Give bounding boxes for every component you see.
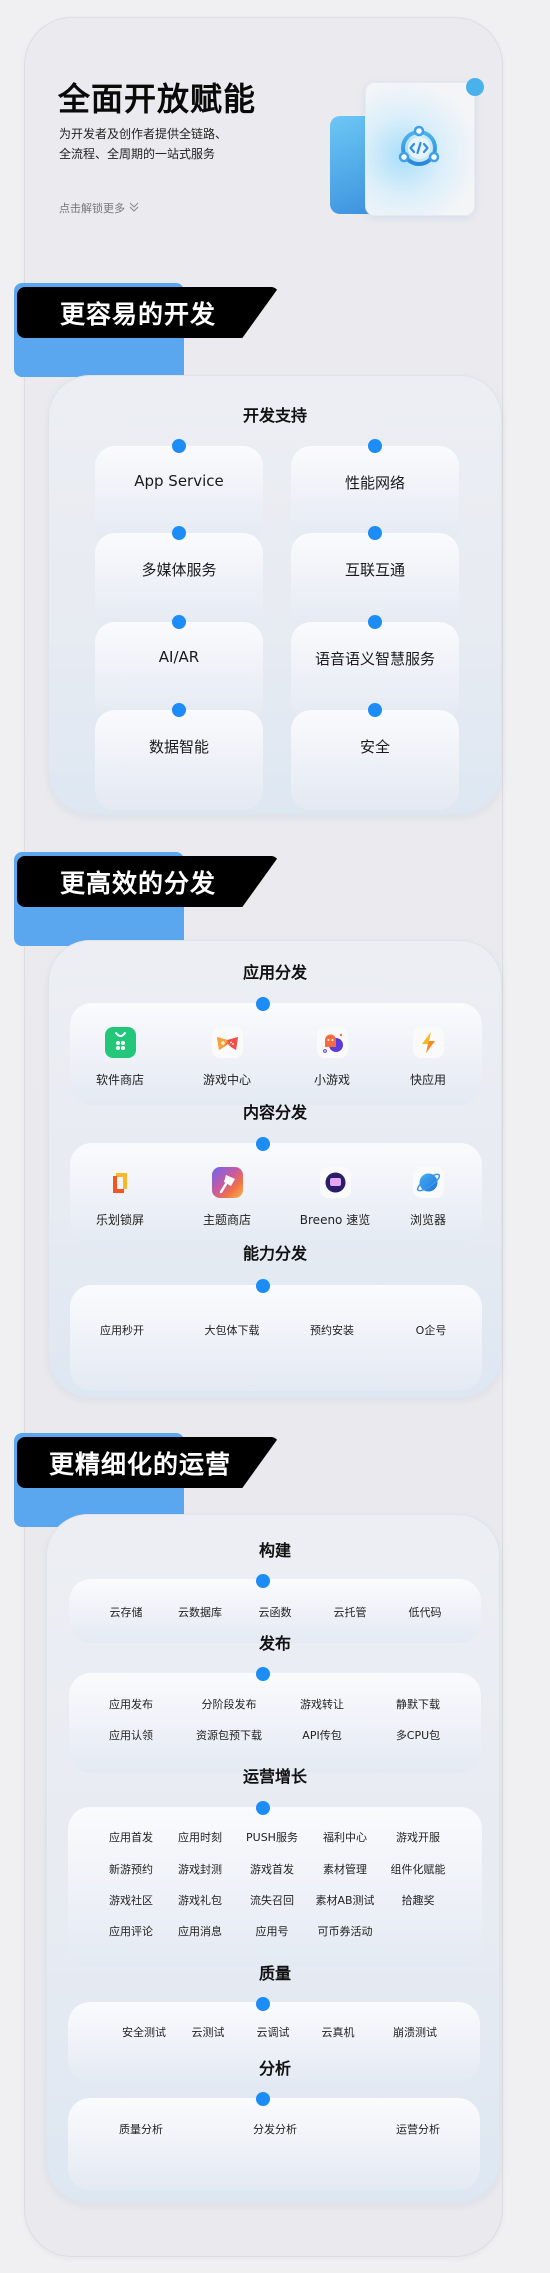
unlock-more-link[interactable]: 点击解锁更多 xyxy=(59,200,139,216)
group-title-build: 构建 xyxy=(258,1541,291,1560)
feature-item[interactable]: 运营分析 xyxy=(373,2121,463,2137)
connector-dot xyxy=(172,526,186,540)
capability-item[interactable]: 预约安装 xyxy=(287,1322,377,1338)
lock-screen-icon xyxy=(105,1167,136,1198)
browser-icon xyxy=(412,1167,444,1198)
feature-item[interactable]: 应用发布 xyxy=(86,1696,176,1712)
analysis-box xyxy=(68,2098,480,2190)
app-name: 游戏中心 xyxy=(202,1073,251,1087)
app-item[interactable]: 游戏中心 xyxy=(182,1027,272,1088)
app-item[interactable]: 浏览器 xyxy=(383,1167,473,1228)
feature-item[interactable]: 拾趣奖 xyxy=(373,1892,463,1908)
feature-item[interactable]: API传包 xyxy=(277,1727,367,1743)
connector-dot xyxy=(368,439,382,453)
section-title: 更高效的分发 xyxy=(60,869,217,898)
group-title-content-distribution: 内容分发 xyxy=(242,1103,307,1122)
release-box xyxy=(69,1673,481,1773)
group-title-capability-distribution: 能力分发 xyxy=(242,1244,307,1263)
feature-item[interactable]: 多CPU包 xyxy=(373,1727,463,1743)
feature-item[interactable]: 分发分析 xyxy=(230,2121,320,2137)
code-hub-icon xyxy=(394,122,444,172)
app-item[interactable]: Breeno 速览 xyxy=(290,1167,380,1228)
feature-item[interactable]: 应用认领 xyxy=(86,1727,176,1743)
section-banner-distribution: 更高效的分发 xyxy=(14,852,279,946)
connector-dot xyxy=(172,439,186,453)
tile-label: App Service xyxy=(134,472,224,490)
tile-label: 安全 xyxy=(359,738,390,756)
tile-label: AI/AR xyxy=(158,648,200,666)
connector-dot xyxy=(172,703,186,717)
capability-item[interactable]: O企号 xyxy=(386,1322,476,1338)
mini-game-icon xyxy=(316,1027,348,1058)
connector-dot xyxy=(256,1137,270,1151)
hero-subtitle: 为开发者及创作者提供全链路、 全流程、全周期的一站式服务 xyxy=(59,124,259,164)
app-item[interactable]: 乐划锁屏 xyxy=(75,1167,165,1228)
group-title: 开发支持 xyxy=(242,406,307,425)
illustration-dot xyxy=(466,78,484,96)
connector-dot xyxy=(256,1574,270,1588)
connector-dot xyxy=(172,615,186,629)
section-banner-operations: 更精细化的运营 xyxy=(14,1433,279,1527)
theme-store-icon xyxy=(211,1167,243,1198)
app-name: 乐划锁屏 xyxy=(95,1213,144,1227)
app-item[interactable]: 小游戏 xyxy=(287,1027,377,1088)
feature-item[interactable]: 可币券活动 xyxy=(300,1923,390,1939)
capability-distribution-box xyxy=(70,1285,482,1391)
app-name: 浏览器 xyxy=(409,1213,446,1227)
feature-item[interactable]: 游戏开服 xyxy=(373,1829,463,1845)
connector-dot xyxy=(368,526,382,540)
app-item[interactable]: 快应用 xyxy=(383,1027,473,1088)
feature-item[interactable]: 组件化赋能 xyxy=(373,1861,463,1877)
group-title-analysis: 分析 xyxy=(258,2059,291,2078)
dev-support-tile[interactable]: 安全 xyxy=(291,710,459,810)
app-store-icon xyxy=(104,1027,136,1058)
tile-label: 多媒体服务 xyxy=(141,561,217,579)
double-chevron-down-icon xyxy=(129,202,139,215)
feature-item[interactable]: 质量分析 xyxy=(96,2121,186,2137)
group-title-quality: 质量 xyxy=(258,1964,291,1983)
section-title: 更精细化的运营 xyxy=(49,1450,232,1479)
connector-dot xyxy=(256,1801,270,1815)
hero-subtitle-line: 全流程、全周期的一站式服务 xyxy=(59,147,216,161)
app-name: 快应用 xyxy=(409,1073,446,1087)
connector-dot xyxy=(368,703,382,717)
capability-item[interactable]: 大包体下载 xyxy=(187,1322,277,1338)
app-name: 软件商店 xyxy=(95,1073,144,1087)
feature-item[interactable]: 游戏转让 xyxy=(277,1696,367,1712)
connector-dot xyxy=(256,1667,270,1681)
breeno-icon xyxy=(319,1167,351,1198)
group-title-growth: 运营增长 xyxy=(242,1767,307,1786)
tile-label: 语音语义智慧服务 xyxy=(314,650,435,668)
quick-app-icon xyxy=(412,1027,444,1058)
connector-dot xyxy=(256,1997,270,2011)
capability-item[interactable]: 应用秒开 xyxy=(77,1322,167,1338)
group-title-app-distribution: 应用分发 xyxy=(242,963,307,982)
connector-dot xyxy=(256,997,270,1011)
tile-label: 性能网络 xyxy=(344,474,405,492)
feature-item[interactable]: 崩溃测试 xyxy=(370,2024,460,2040)
hero-subtitle-line: 为开发者及创作者提供全链路、 xyxy=(59,127,228,141)
hero-illustration xyxy=(330,78,490,220)
feature-item[interactable]: 低代码 xyxy=(380,1604,470,1620)
connector-dot xyxy=(256,1279,270,1293)
tile-label: 互联互通 xyxy=(344,561,405,579)
tile-label: 数据智能 xyxy=(148,738,209,756)
hero-title: 全面开放赋能 xyxy=(58,80,257,118)
dev-support-tile[interactable]: 数据智能 xyxy=(95,710,263,810)
connector-dot xyxy=(368,615,382,629)
section-banner-development: 更容易的开发 xyxy=(14,283,279,377)
connector-dot xyxy=(256,2092,270,2106)
game-center-icon xyxy=(211,1027,243,1058)
app-name: 小游戏 xyxy=(313,1073,350,1087)
app-name: 主题商店 xyxy=(202,1213,251,1227)
section-title: 更容易的开发 xyxy=(60,300,217,329)
group-title-release: 发布 xyxy=(258,1634,291,1653)
app-name: Breeno 速览 xyxy=(299,1213,371,1227)
feature-item[interactable]: 分阶段发布 xyxy=(184,1696,274,1712)
feature-item[interactable]: 静默下载 xyxy=(373,1696,463,1712)
feature-item[interactable]: 资源包预下载 xyxy=(184,1727,274,1743)
app-item[interactable]: 主题商店 xyxy=(182,1167,272,1228)
unlock-more-label: 点击解锁更多 xyxy=(59,202,125,215)
app-item[interactable]: 软件商店 xyxy=(75,1027,165,1088)
